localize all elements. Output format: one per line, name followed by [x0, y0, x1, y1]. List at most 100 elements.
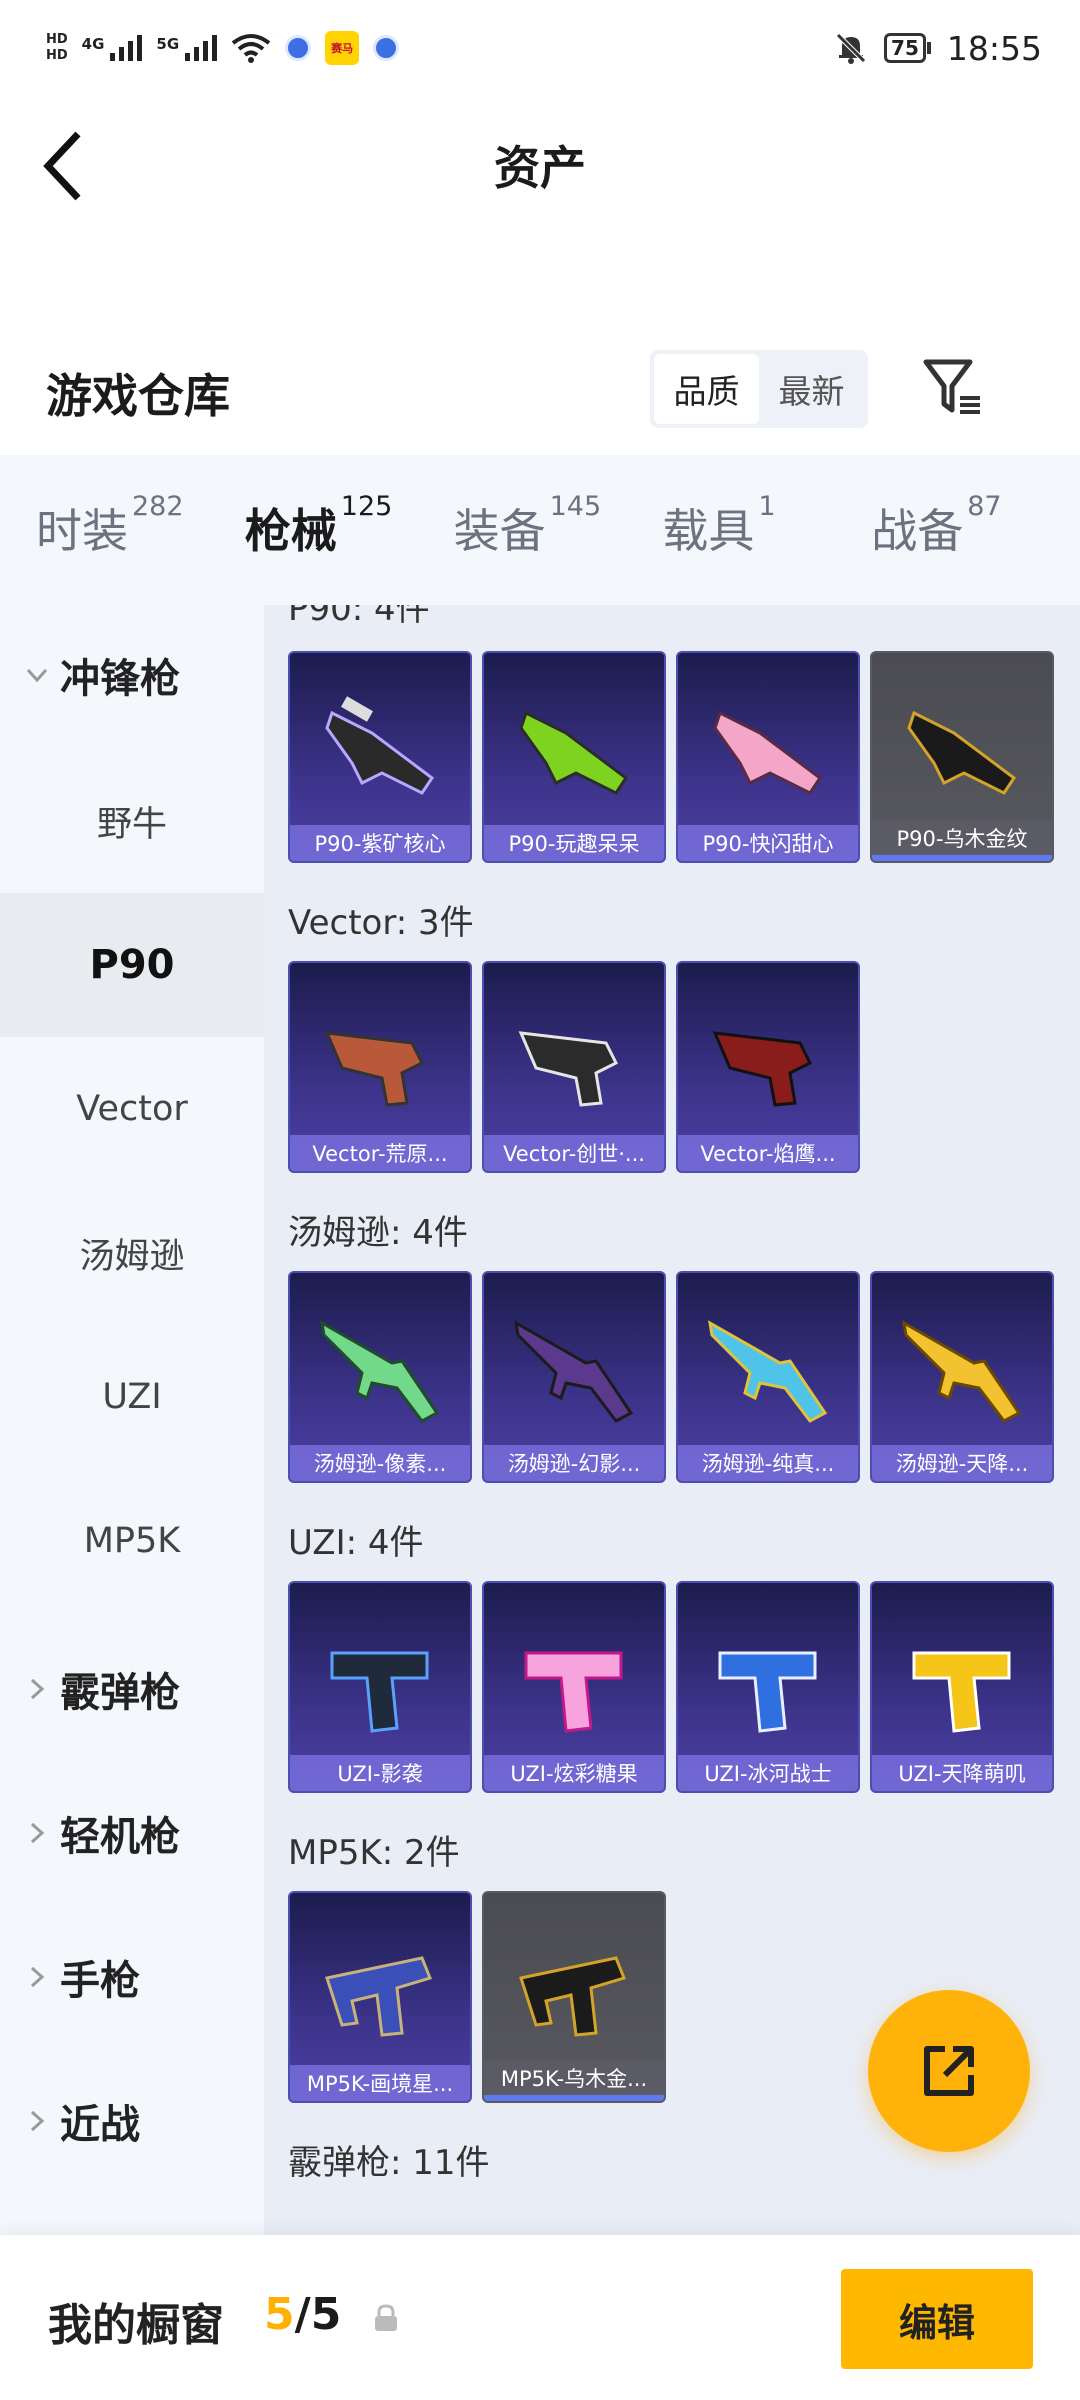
sidebar-category-label: 近战: [60, 2102, 140, 2148]
signal-5g-icon: 5G: [156, 35, 218, 61]
sort-quality-button[interactable]: 品质: [654, 354, 759, 424]
wifi-icon: [231, 34, 271, 63]
item-card[interactable]: P90-紫矿核心: [288, 651, 472, 863]
item-card[interactable]: 汤姆逊-幻影...: [482, 1271, 666, 1483]
item-name: P90-乌木金纹: [872, 821, 1052, 861]
sort-toggle: 品质 最新: [650, 350, 868, 428]
tab-count: 125: [340, 491, 393, 522]
external-link-icon: [924, 2046, 974, 2096]
sidebar-category-melee[interactable]: 近战: [0, 2071, 264, 2171]
sidebar-item-thompson[interactable]: 汤姆逊: [0, 1181, 264, 1325]
item-name: 汤姆逊-像素...: [290, 1445, 470, 1481]
item-name: 汤姆逊-幻影...: [484, 1445, 664, 1481]
sidebar-category-smg[interactable]: 冲锋枪: [0, 625, 264, 725]
item-name: MP5K-画境星...: [290, 2065, 470, 2101]
tab-equipment[interactable]: 装备 145: [453, 491, 663, 561]
item-card[interactable]: UZI-炫彩糖果: [482, 1581, 666, 1793]
group-title: 霰弹枪: 11件: [288, 2143, 490, 2183]
sidebar-item-p90[interactable]: P90: [0, 893, 264, 1037]
tab-weapons[interactable]: 枪械 125: [244, 491, 454, 613]
smg-icon: [713, 710, 823, 795]
item-name: MP5K-乌木金...: [484, 2061, 664, 2101]
item-name: P90-玩趣呆呆: [484, 825, 664, 861]
showcase-separator: /: [294, 2289, 311, 2340]
browser-dot-icon-2: [373, 35, 400, 61]
hd-indicator: HD HD: [46, 32, 68, 63]
battery-icon: 75: [884, 33, 931, 63]
app-root: HD HD 4G 5G 赛马 75 18:55 资产 游戏仓库 品质 最新 时装…: [0, 0, 1080, 2400]
item-card[interactable]: 汤姆逊-纯真...: [676, 1271, 860, 1483]
warehouse-title: 游戏仓库: [46, 369, 230, 423]
tab-label: 战备: [871, 504, 964, 558]
smg-icon: [320, 1320, 440, 1423]
item-card[interactable]: Vector-创世·...: [482, 961, 666, 1173]
network-label-4g: 4G: [81, 35, 105, 53]
battery-level: 75: [891, 36, 919, 60]
browser-dot-icon: [285, 35, 312, 61]
sidebar-category-label: 手枪: [60, 1958, 140, 2004]
sidebar-category-pistol[interactable]: 手枪: [0, 1927, 264, 2027]
tab-supplies[interactable]: 战备 87: [871, 491, 1080, 561]
item-card[interactable]: MP5K-画境星...: [288, 1891, 472, 2103]
sort-newest-button[interactable]: 最新: [759, 354, 864, 424]
item-name: 汤姆逊-纯真...: [678, 1445, 858, 1481]
smg-icon: [912, 1651, 1011, 1733]
group-title: P90: 4件: [288, 605, 430, 629]
smg-icon: [708, 1320, 828, 1423]
item-card[interactable]: 汤姆逊-像素...: [288, 1271, 472, 1483]
item-name: Vector-创世·...: [484, 1135, 664, 1171]
sidebar-category-lmg[interactable]: 轻机枪: [0, 1783, 264, 1883]
smg-icon: [519, 710, 629, 795]
group-title: 汤姆逊: 4件: [288, 1213, 468, 1253]
status-right: 75 18:55: [834, 29, 1042, 68]
sidebar-item-vector[interactable]: Vector: [0, 1037, 264, 1181]
item-card[interactable]: MP5K-乌木金...: [482, 1891, 666, 2103]
share-fab-button[interactable]: [868, 1990, 1030, 2152]
tab-label: 枪械: [244, 504, 337, 558]
sidebar-category-label: 冲锋枪: [60, 656, 180, 702]
sidebar-category-label: 霰弹枪: [60, 1670, 180, 1716]
sidebar-item-mp5k[interactable]: MP5K: [0, 1469, 264, 1613]
item-card[interactable]: P90-乌木金纹: [870, 651, 1054, 863]
smg-icon: [712, 1031, 813, 1107]
sidebar-category-label: 轻机枪: [60, 1814, 180, 1860]
showcase-label: 我的橱窗: [48, 2300, 224, 2351]
group-title: MP5K: 2件: [288, 1833, 460, 1873]
tab-label: 时装: [36, 504, 128, 558]
showcase-current: 5: [264, 2289, 295, 2340]
signal-4g-icon: 4G: [82, 35, 143, 61]
item-card[interactable]: UZI-冰河战士: [676, 1581, 860, 1793]
main-body: 冲锋枪 野牛 P90 Vector 汤姆逊 UZI MP5K 霰弹枪 轻机枪 手…: [0, 605, 1080, 2235]
sidebar-category-shotgun[interactable]: 霰弹枪: [0, 1639, 264, 1739]
notification-app-icon: 赛马: [325, 31, 360, 65]
item-card[interactable]: UZI-天降萌叽: [870, 1581, 1054, 1793]
tab-label: 载具: [662, 504, 755, 558]
item-name: UZI-影袭: [290, 1755, 470, 1791]
category-tabs: 时装 282 枪械 125 装备 145 载具 1 战备 87: [0, 455, 1080, 613]
item-card[interactable]: UZI-影袭: [288, 1581, 472, 1793]
item-name: UZI-冰河战士: [678, 1755, 858, 1791]
item-card[interactable]: Vector-焰鹰...: [676, 961, 860, 1173]
smg-icon: [902, 1320, 1022, 1423]
group-title: Vector: 3件: [288, 903, 474, 943]
sidebar-item-uzi[interactable]: UZI: [0, 1325, 264, 1469]
sidebar-item-bizon[interactable]: 野牛: [0, 749, 264, 893]
smg-icon: [907, 710, 1017, 795]
item-card[interactable]: P90-玩趣呆呆: [482, 651, 666, 863]
item-card[interactable]: P90-快闪甜心: [676, 651, 860, 863]
showcase-total: 5: [310, 2289, 342, 2340]
filter-icon[interactable]: [920, 354, 986, 420]
tab-label: 装备: [453, 504, 546, 558]
item-name: P90-快闪甜心: [678, 825, 858, 861]
tab-vehicles[interactable]: 载具 1: [662, 491, 871, 561]
smg-icon: [514, 1320, 634, 1423]
tab-fashion[interactable]: 时装 282: [36, 491, 245, 561]
edit-button[interactable]: 编辑: [841, 2269, 1033, 2369]
item-name: Vector-荒原...: [290, 1135, 470, 1171]
item-card[interactable]: Vector-荒原...: [288, 961, 472, 1173]
tab-count: 87: [967, 491, 1002, 522]
showcase-count: 5/5: [264, 2289, 341, 2340]
item-card[interactable]: 汤姆逊-天降...: [870, 1271, 1054, 1483]
smg-icon: [524, 1651, 623, 1733]
chevron-right-icon: [30, 1678, 45, 1700]
